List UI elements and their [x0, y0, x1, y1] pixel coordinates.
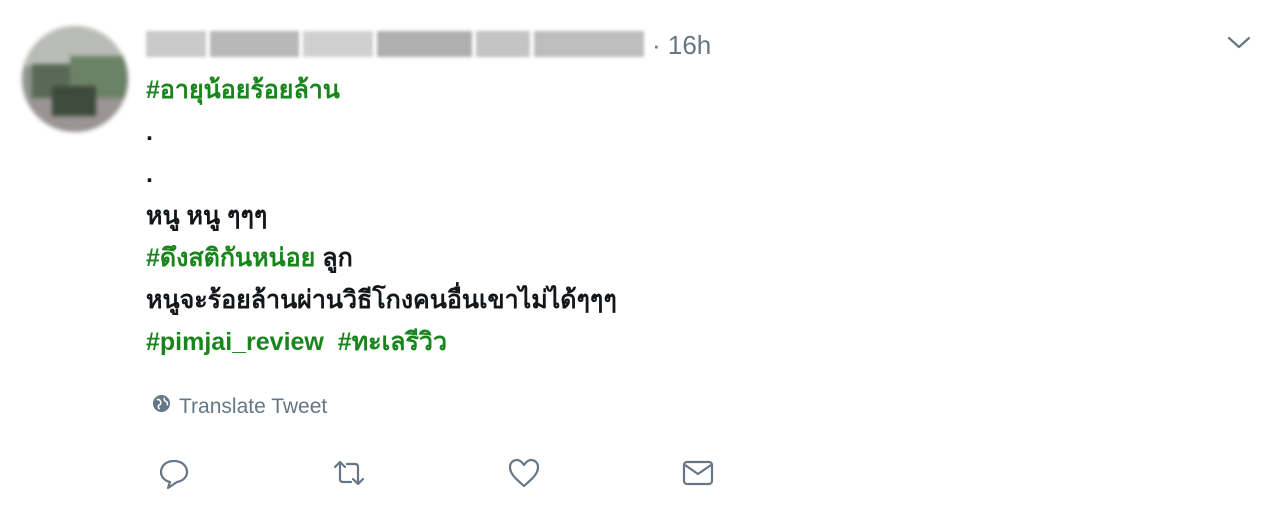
heart-icon[interactable] — [506, 455, 542, 491]
envelope-icon[interactable] — [680, 455, 716, 491]
author-name-blurred[interactable] — [146, 31, 644, 57]
tweet-line: หนู หนู ๆๆๆ — [146, 198, 1146, 240]
tweet-text-segment: หนู หนู ๆๆๆ — [146, 202, 268, 230]
tweet-line: #ดึงสติกันหน่อย ลูก — [146, 240, 1146, 282]
tweet: · 16h #อายุน้อยร้อยล้าน.. หนู หนู ๆๆๆ #ดึง… — [0, 0, 1280, 511]
avatar[interactable] — [22, 26, 128, 132]
hashtag-link[interactable]: #ทะเลรีวิว — [338, 328, 447, 356]
tweet-line: . — [146, 156, 1146, 198]
timestamp[interactable]: · 16h — [652, 30, 711, 60]
tweet-text-segment: . — [146, 160, 153, 188]
retweet-icon[interactable] — [331, 455, 367, 491]
hashtag-link[interactable]: #อายุน้อยร้อยล้าน — [146, 76, 340, 104]
tweet-text-segment: หนูจะร้อยล้านผ่านวิธีโกงคนอื่นเขาไม่ได้ๆ… — [146, 286, 617, 314]
reply-icon[interactable] — [156, 455, 192, 491]
translate-label: Translate Tweet — [179, 394, 328, 418]
chevron-down-icon[interactable] — [1224, 30, 1254, 54]
tweet-text-segment: ลูก — [315, 244, 353, 272]
tweet-line: #อายุน้อยร้อยล้าน — [146, 72, 1146, 114]
globe-icon — [152, 394, 171, 419]
hashtag-link[interactable]: #ดึงสติกันหน่อย — [146, 244, 315, 272]
tweet-text: #อายุน้อยร้อยล้าน.. หนู หนู ๆๆๆ #ดึงสติกัน… — [146, 72, 1146, 366]
tweet-line: #pimjai_review #ทะเลรีวิว — [146, 324, 1146, 366]
tweet-text-segment — [324, 328, 338, 356]
tweet-actions — [156, 455, 726, 495]
tweet-text-segment: . — [146, 118, 153, 146]
tweet-line: หนูจะร้อยล้านผ่านวิธีโกงคนอื่นเขาไม่ได้ๆ… — [146, 282, 1146, 324]
translate-tweet-link[interactable]: Translate Tweet — [152, 394, 327, 419]
hashtag-link[interactable]: #pimjai_review — [146, 328, 324, 356]
tweet-line: . — [146, 114, 1146, 156]
